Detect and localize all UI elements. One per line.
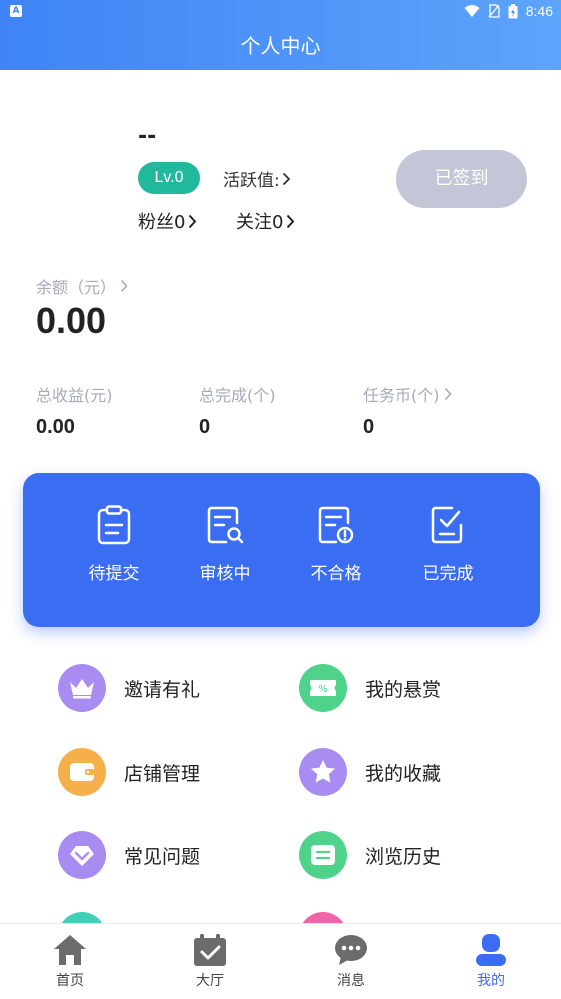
tab-label: 大厅 xyxy=(196,973,224,989)
task-label: 审核中 xyxy=(199,564,251,584)
task-pending-submit[interactable]: 待提交 xyxy=(59,505,169,584)
menu-label: 常见问题 xyxy=(124,845,201,868)
tab-mine[interactable]: 我的 xyxy=(441,932,541,990)
task-completed[interactable]: 已完成 xyxy=(393,505,503,584)
balance-label: 余额（元） xyxy=(36,278,117,297)
menu-invite-gift[interactable]: 邀请有礼 xyxy=(58,662,278,714)
status-bar-right: 8:46 xyxy=(464,3,553,19)
menu-label: 我的收藏 xyxy=(365,762,442,785)
calendar-check-icon xyxy=(194,934,226,966)
activity-label: 活跃值: xyxy=(223,171,280,191)
app-notification-icon: A xyxy=(10,5,22,17)
menu-my-bounty[interactable]: % 我的悬赏 xyxy=(299,662,519,714)
balance-value: 0.00 xyxy=(36,300,107,341)
ticket-icon: % xyxy=(299,664,347,712)
stat-task-coins[interactable]: 任务币(个) 0 xyxy=(363,382,452,439)
balance-link[interactable]: 余额（元） xyxy=(36,274,128,298)
tab-hall[interactable]: 大厅 xyxy=(160,932,260,990)
stat-value: 0 xyxy=(199,416,211,438)
task-rejected[interactable]: 不合格 xyxy=(281,505,391,584)
task-status-card: 待提交 审核中 不合格 已完成 xyxy=(23,473,540,627)
stat-value: 0 xyxy=(363,416,375,438)
tab-label: 消息 xyxy=(337,973,365,989)
stat-total-completed: 总完成(个) 0 xyxy=(199,382,276,439)
page-title: 个人中心 xyxy=(240,34,321,58)
heart-icon xyxy=(58,831,106,879)
stat-label: 任务币(个) xyxy=(363,386,440,405)
stat-total-income: 总收益(元) 0.00 xyxy=(36,382,113,439)
menu-label: 我的悬赏 xyxy=(365,678,442,701)
level-badge[interactable]: Lv.0 xyxy=(138,162,200,194)
activity-link[interactable]: 活跃值: xyxy=(223,166,291,191)
home-icon xyxy=(54,935,86,965)
task-label: 待提交 xyxy=(88,564,140,584)
stat-label: 总收益(元) xyxy=(36,386,113,405)
tab-label: 首页 xyxy=(56,973,84,989)
fans-link[interactable]: 粉丝0 xyxy=(138,208,197,234)
task-label: 已完成 xyxy=(422,564,474,584)
menu-label: 浏览历史 xyxy=(365,845,442,868)
signed-in-button[interactable]: 已签到 xyxy=(396,150,527,208)
user-icon xyxy=(476,934,506,966)
follow-label: 关注0 xyxy=(236,212,284,233)
follow-link[interactable]: 关注0 xyxy=(236,208,295,234)
stat-label: 总完成(个) xyxy=(199,386,276,405)
tab-messages[interactable]: 消息 xyxy=(301,932,401,990)
clipboard-icon xyxy=(97,505,131,545)
menu-browse-history[interactable]: 浏览历史 xyxy=(299,829,519,881)
menu-label: 店铺管理 xyxy=(124,762,201,785)
chevron-right-icon xyxy=(282,172,291,185)
chevron-right-icon xyxy=(120,279,128,293)
menu-faq[interactable]: 常见问题 xyxy=(58,829,278,881)
chevron-right-icon xyxy=(444,387,452,401)
task-label: 不合格 xyxy=(310,564,362,584)
svg-text:%: % xyxy=(318,684,328,695)
document-warning-icon xyxy=(318,506,354,544)
tab-label: 我的 xyxy=(477,973,505,989)
menu-label: 邀请有礼 xyxy=(124,678,201,701)
task-under-review[interactable]: 审核中 xyxy=(170,505,280,584)
bottom-tab-bar: 首页 大厅 消息 我的 xyxy=(0,923,561,999)
wallet-icon xyxy=(58,748,106,796)
battery-icon xyxy=(508,3,518,18)
menu-my-favorites[interactable]: 我的收藏 xyxy=(299,746,519,798)
list-icon xyxy=(299,831,347,879)
wifi-icon xyxy=(464,5,480,17)
chevron-right-icon xyxy=(287,214,295,228)
menu-shop-management[interactable]: 店铺管理 xyxy=(58,746,278,798)
chat-icon xyxy=(335,935,367,965)
tab-home[interactable]: 首页 xyxy=(20,932,120,990)
star-icon xyxy=(299,748,347,796)
fans-label: 粉丝0 xyxy=(138,212,186,233)
profile-name: -- xyxy=(138,124,157,149)
crown-icon xyxy=(58,664,106,712)
document-check-icon xyxy=(431,506,463,544)
no-sim-icon xyxy=(488,4,500,18)
stat-label-row: 任务币(个) xyxy=(363,382,452,406)
stat-value: 0.00 xyxy=(36,416,75,438)
document-search-icon xyxy=(207,506,244,544)
chevron-right-icon xyxy=(189,214,197,228)
status-time: 8:46 xyxy=(525,3,553,19)
header-bar: A 8:46 个人中心 xyxy=(0,0,561,70)
status-bar: A 8:46 xyxy=(0,0,561,24)
